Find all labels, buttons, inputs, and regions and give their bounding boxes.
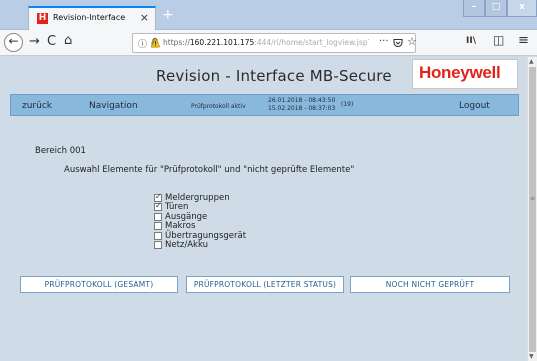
tab-title: Revision-Interface [53, 13, 126, 22]
app-header: Revision - Interface MB-Secure Honeywell [0, 57, 527, 93]
reload-icon[interactable]: C [47, 34, 56, 49]
checkbox-row-ausgaenge[interactable]: Ausgänge [154, 211, 246, 222]
url-bar[interactable]: ⓘ https://160.221.101.175:444/ri/home/st… [132, 33, 417, 53]
logout-link[interactable]: Logout [459, 101, 490, 111]
browser-navbar: ← → C ⌂ ⓘ https://160.221.101.175:444/ri… [0, 30, 537, 56]
scrollbar-thumb[interactable] [529, 67, 536, 352]
back-arrow-icon[interactable]: ← [4, 33, 23, 52]
checkbox-row-netz-akku[interactable]: Netz/Akku [154, 240, 246, 250]
checkbox-label: Makros [165, 221, 196, 231]
checkbox-label: Türen [165, 202, 189, 212]
checkbox-row-makros[interactable]: Makros [154, 221, 246, 231]
new-tab-icon[interactable]: + [162, 7, 174, 23]
url-host: 160.221.101.175 [189, 38, 255, 47]
pocket-icon[interactable] [393, 38, 403, 48]
page-viewport: Revision - Interface MB-Secure Honeywell… [0, 57, 527, 361]
entry-count: (19) [341, 101, 354, 108]
scroll-up-icon[interactable]: ▲ [529, 58, 534, 65]
scrollbar-grip-icon: ≡ [530, 195, 536, 202]
back-link[interactable]: zurück [22, 101, 52, 111]
vertical-scrollbar[interactable]: ▲ ≡ ▼ [527, 57, 537, 361]
menu-bar: zurück Navigation Prüfprotokoll aktiv 26… [10, 94, 519, 116]
checkbox-row-tueren[interactable]: Türen [154, 201, 246, 212]
logo-text: Honeywell [419, 63, 501, 82]
checkbox-row-meldergruppen[interactable]: Meldergruppen [154, 192, 246, 203]
protocol-last-status-button[interactable]: PRÜFPROTOKOLL (LETZTER STATUS) [186, 276, 344, 293]
date-to: 15.02.2018 - 08:37:03 [268, 105, 336, 112]
date-from: 26.01.2018 - 08:43:50 [268, 97, 336, 104]
page-actions-icon[interactable]: ··· [379, 36, 389, 47]
checkbox[interactable] [154, 222, 162, 230]
protocol-total-button[interactable]: PRÜFPROTOKOLL (GESAMT) [20, 276, 178, 293]
checkbox[interactable] [154, 212, 162, 221]
tab-close-icon[interactable]: × [140, 11, 149, 24]
checkbox-label: Netz/Akku [165, 240, 209, 250]
maximize-window-button[interactable]: □ [485, 0, 507, 17]
navigation-link[interactable]: Navigation [89, 101, 138, 111]
url-prefix: https:// [163, 38, 190, 47]
window-controls: – □ x [463, 0, 537, 18]
hamburger-menu-icon[interactable]: ≡ [518, 33, 529, 48]
element-checklist: Meldergruppen Türen Ausgänge Makros Über… [154, 192, 247, 250]
url-text[interactable]: https://160.221.101.175:444/ri/home/star… [163, 38, 369, 47]
close-window-button[interactable]: x [507, 0, 537, 17]
forward-arrow-icon[interactable]: → [29, 34, 40, 49]
honeywell-logo: Honeywell [412, 59, 518, 89]
sidebar-icon[interactable]: ◫ [493, 33, 504, 47]
status-label: Prüfprotokoll aktiv [191, 103, 246, 110]
app-title: Revision - Interface MB-Secure [156, 67, 392, 85]
checkbox[interactable] [154, 201, 162, 211]
checkbox[interactable] [154, 241, 162, 249]
minimize-window-button[interactable]: – [463, 0, 485, 17]
insecure-lock-icon[interactable] [150, 37, 160, 48]
honeywell-favicon-icon: H [37, 13, 48, 24]
info-icon[interactable]: ⓘ [138, 37, 147, 50]
scroll-down-icon[interactable]: ▼ [529, 353, 534, 360]
checkbox-label: Ausgänge [165, 211, 208, 222]
browser-titlebar: H Revision-Interface × + – □ x [0, 0, 537, 30]
section-subtitle: Auswahl Elemente für "Prüfprotokoll" und… [64, 165, 355, 175]
section-title: Bereich 001 [35, 146, 86, 156]
checkbox[interactable] [154, 231, 162, 240]
checkbox-label: Meldergruppen [165, 192, 230, 203]
not-checked-button[interactable]: NOCH NICHT GEPRÜFT [350, 276, 510, 293]
url-path: :444/ri/home/start_logview.jsp?uids=10 [254, 38, 369, 47]
checkbox-row-uebertragungsgeraet[interactable]: Übertragungsgerät [154, 230, 247, 241]
browser-tab[interactable]: H Revision-Interface × [28, 6, 156, 30]
library-icon[interactable]: II\ [466, 36, 476, 46]
home-icon[interactable]: ⌂ [64, 33, 72, 48]
bookmark-star-icon[interactable]: ☆ [407, 35, 417, 48]
checkbox-label: Übertragungsgerät [165, 230, 247, 241]
